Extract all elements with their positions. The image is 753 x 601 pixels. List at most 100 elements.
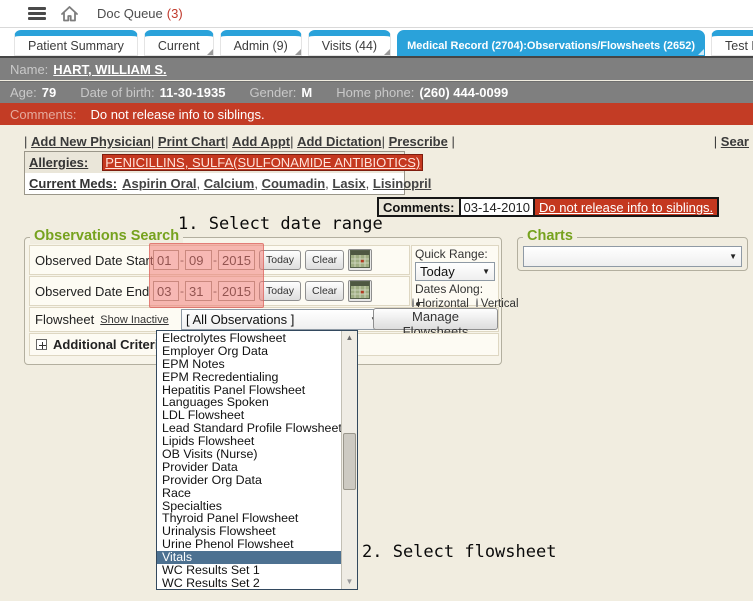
date-start-calendar-icon[interactable] bbox=[348, 249, 372, 271]
queue-count: (3) bbox=[167, 6, 183, 21]
allergies-link[interactable]: Allergies: bbox=[29, 155, 88, 170]
patient-name-link[interactable]: HART, WILLIAM S. bbox=[53, 62, 166, 77]
age-value: 79 bbox=[42, 85, 56, 100]
flowsheet-options: Electrolytes FlowsheetEmployer Org DataE… bbox=[157, 332, 341, 588]
charts-select[interactable]: ▼ bbox=[523, 246, 742, 267]
flowsheet-option[interactable]: OB Visits (Nurse) bbox=[157, 448, 341, 461]
top-bar: Doc Queue (3) bbox=[0, 0, 753, 28]
phone-value: (260) 444-0099 bbox=[419, 85, 508, 100]
action-link: Add New Physician bbox=[24, 134, 151, 149]
tab-visits[interactable]: Visits (44) bbox=[308, 30, 391, 56]
action-link-anchor[interactable]: Add Appt bbox=[232, 134, 290, 149]
action-link: Print Chart bbox=[151, 134, 225, 149]
manage-flowsheets-button[interactable]: Manage Flowsheets bbox=[373, 308, 498, 330]
show-inactive-link[interactable]: Show Inactive bbox=[100, 314, 168, 326]
med-item: Aspirin Oral bbox=[122, 176, 204, 191]
scroll-up-icon[interactable]: ▲ bbox=[342, 331, 357, 345]
date-separator: - bbox=[213, 253, 217, 267]
hamburger-menu-icon[interactable] bbox=[28, 7, 46, 20]
scrollbar-thumb[interactable] bbox=[343, 433, 356, 490]
flowsheet-option[interactable]: Electrolytes Flowsheet bbox=[157, 332, 341, 345]
date-start-day-input[interactable] bbox=[185, 250, 212, 270]
comments-label: Comments: bbox=[10, 107, 76, 122]
tab-bar: Patient Summary Current Admin (9) Visits… bbox=[0, 28, 753, 58]
date-separator: - bbox=[180, 253, 184, 267]
gender-value: M bbox=[301, 85, 312, 100]
gender-label: Gender: bbox=[249, 85, 296, 100]
flowsheet-option[interactable]: WC Results Set 2 bbox=[157, 577, 341, 588]
flowsheet-option[interactable]: Race bbox=[157, 487, 341, 500]
date-start-today-button[interactable]: Today bbox=[259, 250, 301, 270]
action-link-anchor[interactable]: Add Dictation bbox=[297, 134, 382, 149]
flowsheet-option[interactable]: Provider Org Data bbox=[157, 474, 341, 487]
med-item: Lasix bbox=[332, 176, 372, 191]
med-link[interactable]: Lasix bbox=[332, 176, 365, 191]
dob-value: 11-30-1935 bbox=[160, 85, 226, 100]
tab-patient-summary[interactable]: Patient Summary bbox=[14, 30, 138, 56]
action-link: Add Dictation bbox=[290, 134, 382, 149]
med-link[interactable]: Coumadin bbox=[262, 176, 326, 191]
tab-test-results[interactable]: Test Results (81) bbox=[711, 30, 753, 56]
additional-criteria-label: Additional Criteria bbox=[53, 337, 166, 352]
name-label: Name: bbox=[10, 62, 48, 77]
date-end-row: Observed Date End - - Today Clear bbox=[29, 276, 410, 306]
annotation-step2: 2. Select flowsheet bbox=[362, 542, 556, 562]
home-icon[interactable] bbox=[60, 5, 79, 22]
tab-admin[interactable]: Admin (9) bbox=[220, 30, 302, 56]
med-link[interactable]: Lisinopril bbox=[373, 176, 432, 191]
med-item: Coumadin bbox=[262, 176, 333, 191]
date-end-year-input[interactable] bbox=[218, 281, 255, 301]
comments-box-label: Comments: bbox=[379, 199, 459, 215]
flowsheet-option[interactable]: Employer Org Data bbox=[157, 345, 341, 358]
expand-plus-icon[interactable] bbox=[36, 339, 47, 350]
app-window: Doc Queue (3) Patient Summary Current Ad… bbox=[0, 0, 753, 601]
current-meds-link[interactable]: Current Meds: bbox=[29, 176, 117, 191]
observations-search-legend: Observations Search bbox=[30, 228, 183, 244]
med-link[interactable]: Aspirin Oral bbox=[122, 176, 196, 191]
date-end-month-input[interactable] bbox=[153, 281, 179, 301]
quick-range-value: Today bbox=[420, 264, 455, 279]
patient-comments-bar: Comments: Do not release info to sibling… bbox=[0, 103, 753, 125]
tab-current[interactable]: Current bbox=[144, 30, 214, 56]
dob-label: Date of birth: bbox=[80, 85, 154, 100]
tab-medical-record[interactable]: Medical Record (2704):Observations/Flows… bbox=[397, 30, 705, 56]
phone-label: Home phone: bbox=[336, 85, 414, 100]
date-separator: - bbox=[180, 284, 184, 298]
flowsheet-label: Flowsheet bbox=[35, 312, 94, 327]
queue-title[interactable]: Doc Queue bbox=[97, 6, 163, 21]
med-link[interactable]: Calcium bbox=[204, 176, 255, 191]
date-end-today-button[interactable]: Today bbox=[259, 281, 301, 301]
action-link-anchor[interactable]: Add New Physician bbox=[31, 134, 151, 149]
comments-box-alert-link[interactable]: Do not release info to siblings. bbox=[533, 199, 717, 215]
action-link-anchor[interactable]: Prescribe bbox=[389, 134, 448, 149]
flowsheet-option[interactable]: Provider Data bbox=[157, 461, 341, 474]
action-link: Add Appt bbox=[225, 134, 290, 149]
comments-value: Do not release info to siblings. bbox=[90, 107, 264, 122]
date-start-row: Observed Date Start - - Today Clear bbox=[29, 245, 410, 275]
quick-range-select[interactable]: Today ▼ bbox=[415, 262, 495, 281]
allergy-values-link[interactable]: PENICILLINS, SULFA(SULFONAMIDE ANTIBIOTI… bbox=[102, 154, 423, 171]
date-start-label: Observed Date Start bbox=[35, 253, 153, 268]
patient-name-bar: Name: HART, WILLIAM S. bbox=[0, 58, 753, 80]
flowsheet-row: Flowsheet Show Inactive [ All Observatio… bbox=[29, 307, 499, 332]
chevron-down-icon: ▼ bbox=[482, 267, 490, 276]
action-link-anchor[interactable]: Print Chart bbox=[158, 134, 225, 149]
date-end-calendar-icon[interactable] bbox=[348, 280, 372, 302]
flowsheet-option[interactable]: EPM Notes bbox=[157, 358, 341, 371]
date-start-clear-button[interactable]: Clear bbox=[305, 250, 344, 270]
flowsheet-option[interactable]: WC Results Set 1 bbox=[157, 564, 341, 577]
date-start-year-input[interactable] bbox=[218, 250, 255, 270]
date-end-day-input[interactable] bbox=[185, 281, 212, 301]
flowsheet-select[interactable]: [ All Observations ] ▼ bbox=[181, 309, 383, 330]
comments-box-date: 03-14-2010 bbox=[459, 199, 534, 215]
flowsheet-option[interactable]: EPM Recredentialing bbox=[157, 371, 341, 384]
date-end-clear-button[interactable]: Clear bbox=[305, 281, 344, 301]
scroll-down-icon[interactable]: ▼ bbox=[342, 575, 357, 589]
date-end-label: Observed Date End bbox=[35, 284, 153, 299]
allergies-row: Allergies: PENICILLINS, SULFA(SULFONAMID… bbox=[25, 152, 404, 173]
search-link[interactable]: Sear bbox=[721, 134, 749, 149]
chevron-down-icon: ▼ bbox=[729, 252, 737, 261]
range-options-column: Quick Range: Today ▼ Dates Along: Horizo… bbox=[411, 245, 499, 306]
date-start-month-input[interactable] bbox=[153, 250, 179, 270]
date-separator: - bbox=[213, 284, 217, 298]
